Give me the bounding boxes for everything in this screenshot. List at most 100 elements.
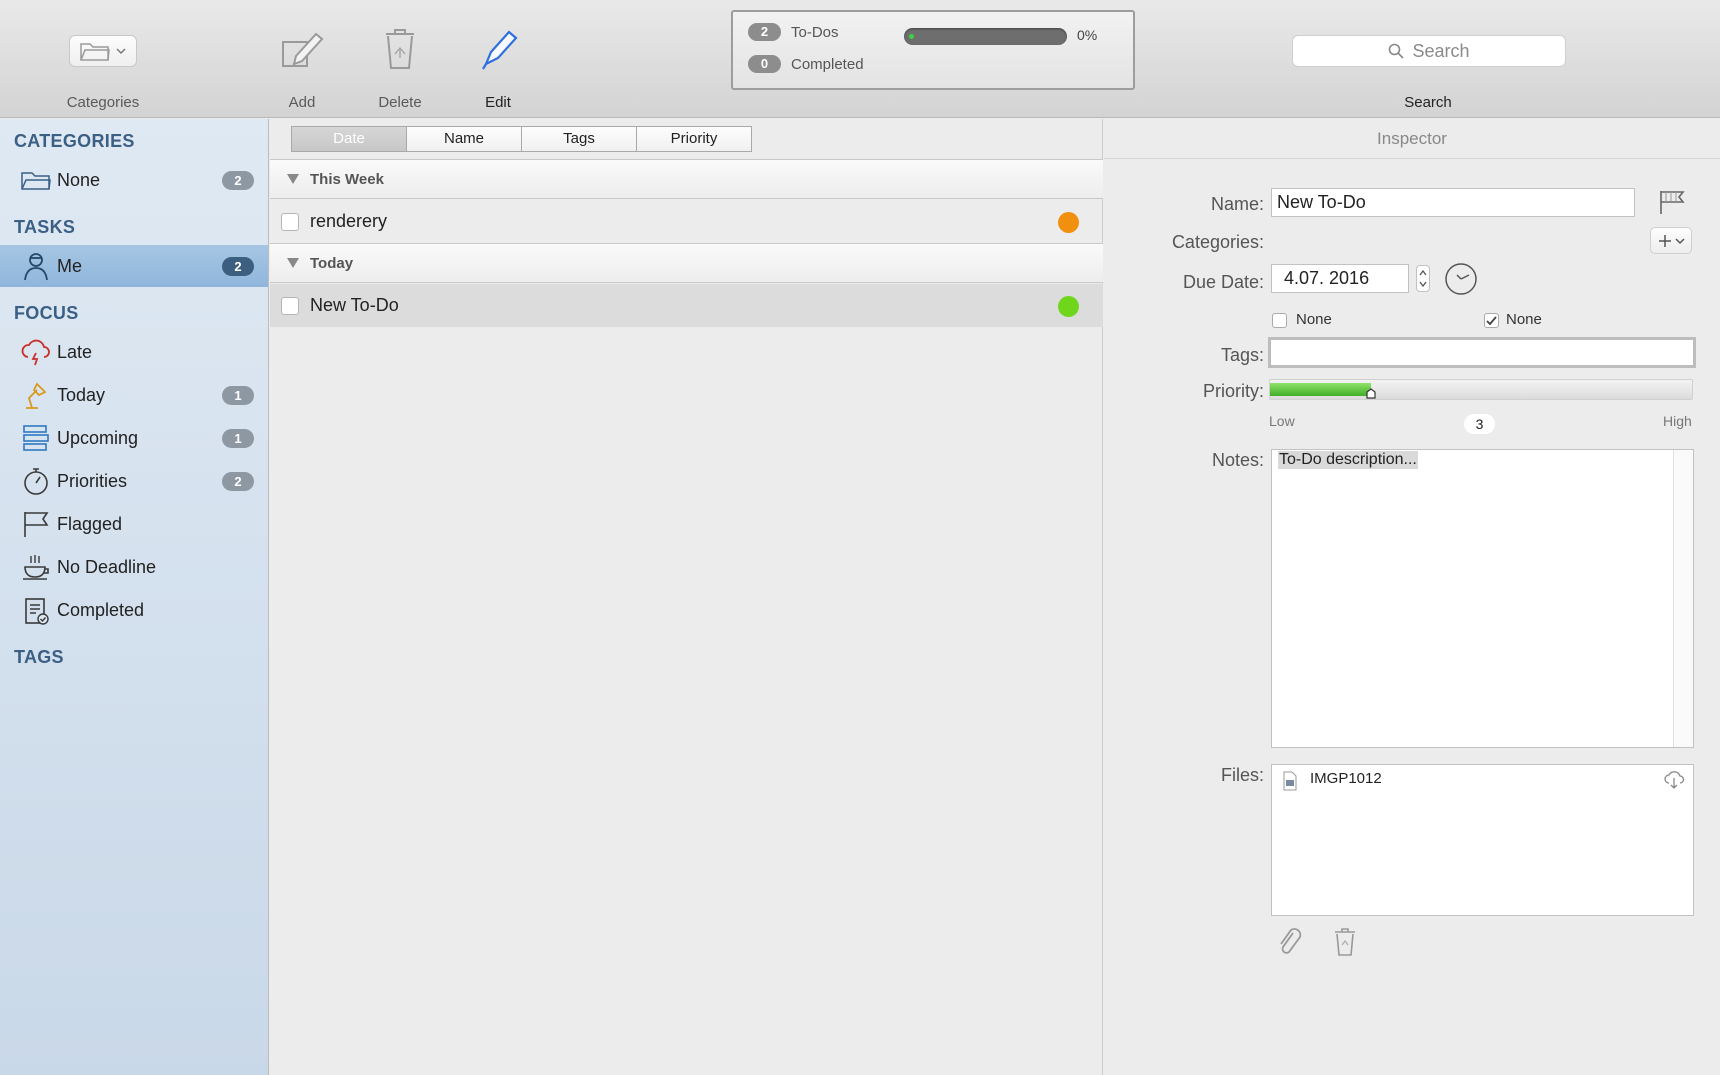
priority-slider[interactable] xyxy=(1269,379,1693,400)
priority-low-label: Low xyxy=(1269,413,1295,429)
task-list: Date Name Tags Priority This Week render… xyxy=(270,119,1103,1075)
trash-icon[interactable] xyxy=(1332,927,1358,957)
sort-tags-button[interactable]: Tags xyxy=(521,126,637,152)
todos-count-badge: 2 xyxy=(748,23,781,41)
flag-icon xyxy=(24,512,49,537)
edit-pen-icon[interactable] xyxy=(478,26,522,72)
none-left-label: None xyxy=(1296,311,1332,328)
sidebar-item-label: None xyxy=(57,169,101,190)
sidebar-item-label: Priorities xyxy=(57,470,128,491)
calendar-stack-icon xyxy=(23,425,49,451)
table-row[interactable]: renderery xyxy=(270,200,1103,243)
tasks-header: TASKS xyxy=(14,217,76,237)
disclosure-triangle-icon[interactable] xyxy=(287,174,299,184)
inspector-title: Inspector xyxy=(1104,119,1720,159)
slider-knob-icon[interactable] xyxy=(1366,388,1376,399)
stepper-arrows-icon xyxy=(1419,269,1427,288)
files-label: Files: xyxy=(1220,765,1264,785)
flag-icon[interactable] xyxy=(1658,189,1686,215)
completed-count-badge: 0 xyxy=(748,55,781,73)
count-badge: 2 xyxy=(222,256,254,276)
chevron-down-icon xyxy=(116,48,126,55)
sidebar-item-priorities[interactable]: Priorities 2 xyxy=(0,460,268,502)
edit-label[interactable]: Edit xyxy=(485,94,511,111)
categories-header: CATEGORIES xyxy=(14,131,135,151)
no-time-checkbox[interactable] xyxy=(1484,313,1499,328)
sidebar-item-label: Today xyxy=(57,384,106,405)
sidebar-item-flagged[interactable]: Flagged xyxy=(0,503,268,545)
priority-high-label: High xyxy=(1663,413,1692,429)
tags-field[interactable] xyxy=(1268,337,1696,368)
due-date-label: Due Date: xyxy=(1182,272,1264,292)
group-title: Today xyxy=(310,254,354,272)
status-box: 2 To-Dos 0 Completed 0% xyxy=(731,10,1135,90)
categories-button[interactable] xyxy=(69,35,137,67)
task-name: renderery xyxy=(310,211,388,231)
name-label: Name: xyxy=(1210,194,1264,214)
folder-icon xyxy=(80,43,110,61)
priority-label: Priority: xyxy=(1202,381,1264,401)
sidebar-item-completed[interactable]: Completed xyxy=(0,589,268,631)
plus-icon xyxy=(1658,234,1671,247)
notes-text: To-Do description... xyxy=(1278,451,1418,469)
sidebar-item-label: No Deadline xyxy=(57,556,157,577)
search-field[interactable]: Search xyxy=(1292,35,1566,67)
count-badge: 1 xyxy=(222,385,254,405)
add-category-button[interactable] xyxy=(1650,227,1692,254)
checkmark-icon xyxy=(1486,316,1497,326)
name-field[interactable]: New To-Do xyxy=(1271,188,1635,217)
focus-header: FOCUS xyxy=(14,303,79,323)
search-icon xyxy=(1389,43,1405,59)
complete-checkbox[interactable] xyxy=(281,213,299,231)
chevron-down-icon xyxy=(1674,237,1685,244)
desk-lamp-icon xyxy=(26,382,47,409)
table-row[interactable]: New To-Do xyxy=(270,284,1103,327)
paperclip-icon[interactable] xyxy=(1277,927,1303,957)
todos-label: To-Dos xyxy=(791,23,839,41)
group-header-today[interactable]: Today xyxy=(270,243,1103,283)
sidebar-item-label: Flagged xyxy=(57,513,123,534)
sidebar-item-label: Late xyxy=(57,341,93,362)
clipboard-check-icon xyxy=(25,598,49,625)
no-due-date-checkbox[interactable] xyxy=(1272,313,1287,328)
disclosure-triangle-icon[interactable] xyxy=(287,258,299,268)
person-icon xyxy=(24,253,48,281)
folder-icon xyxy=(21,172,51,190)
sidebar-item-upcoming[interactable]: Upcoming 1 xyxy=(0,417,268,459)
sidebar-item-no-deadline[interactable]: No Deadline xyxy=(0,546,268,588)
files-list[interactable]: IMGP1012 xyxy=(1271,764,1694,916)
notes-textarea[interactable]: To-Do description... xyxy=(1271,449,1694,748)
sidebar-item-today[interactable]: Today 1 xyxy=(0,374,268,416)
group-header-this-week[interactable]: This Week xyxy=(270,159,1103,199)
sidebar-item-label: Completed xyxy=(57,599,145,620)
clock-icon[interactable] xyxy=(1444,262,1478,296)
count-badge: 2 xyxy=(222,471,254,491)
sort-segmented-control: Date Name Tags Priority xyxy=(291,126,752,152)
sort-date-button[interactable]: Date xyxy=(291,126,407,152)
task-name: New To-Do xyxy=(310,295,399,315)
none-right-label: None xyxy=(1506,311,1542,328)
complete-checkbox[interactable] xyxy=(281,297,299,315)
delete-label[interactable]: Delete xyxy=(378,94,421,111)
cloud-download-icon[interactable] xyxy=(1663,769,1685,789)
priority-dot xyxy=(1058,212,1079,233)
sidebar-item-me[interactable]: Me 2 xyxy=(0,245,268,287)
stopwatch-icon xyxy=(24,468,48,495)
sidebar-item-late[interactable]: Late xyxy=(0,331,268,373)
priority-dot xyxy=(1058,296,1079,317)
date-stepper[interactable] xyxy=(1416,265,1430,292)
sidebar-item-none[interactable]: None 2 xyxy=(0,159,268,201)
file-name[interactable]: IMGP1012 xyxy=(1310,770,1382,787)
count-badge: 1 xyxy=(222,428,254,448)
add-label[interactable]: Add xyxy=(289,94,316,111)
toolbar: Categories Add Delete Edit 2 To-Dos 0 Co… xyxy=(0,0,1720,118)
sort-name-button[interactable]: Name xyxy=(406,126,522,152)
inspector-panel: Inspector Name: New To-Do Categories: Du… xyxy=(1104,119,1720,1075)
image-file-icon xyxy=(1283,771,1297,791)
trash-icon[interactable] xyxy=(380,26,420,72)
sidebar: CATEGORIES None 2 TASKS Me 2 FOCUS Late … xyxy=(0,119,269,1075)
due-date-field[interactable]: 4.07. 2016 xyxy=(1271,264,1409,293)
notes-scrollbar[interactable] xyxy=(1673,450,1693,747)
add-pencil-icon[interactable] xyxy=(280,26,326,72)
sort-priority-button[interactable]: Priority xyxy=(636,126,752,152)
